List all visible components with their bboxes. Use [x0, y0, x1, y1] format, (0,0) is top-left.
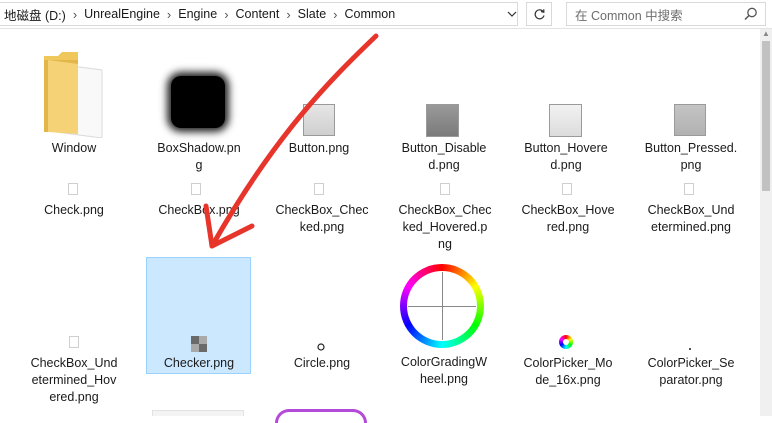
image-thumbnail: [674, 104, 706, 136]
file-item-checkbox-undetermined-hovered[interactable]: CheckBox_Und etermined_Hov ered.png: [14, 334, 134, 414]
file-item-colorgradingwheel[interactable]: ColorGradingW heel.png: [384, 262, 504, 392]
breadcrumb[interactable]: 地磁盘 (D:) › UnrealEngine › Engine › Conte…: [0, 2, 518, 26]
image-thumbnail: [559, 335, 573, 349]
file-item-checkbox[interactable]: CheckBox.png: [139, 181, 259, 241]
file-name: Checker.png: [163, 356, 235, 370]
image-thumbnail: [317, 343, 325, 351]
search-box[interactable]: 在 Common 中搜索: [566, 2, 766, 26]
breadcrumb-drive[interactable]: 地磁盘 (D:): [0, 5, 70, 24]
file-item-circle[interactable]: Circle.png: [262, 342, 382, 382]
file-item-checkbox-hovered[interactable]: CheckBox_Hove red.png: [508, 181, 628, 241]
address-dropdown-button[interactable]: [500, 2, 524, 26]
file-item-checkbox-checked-hovered[interactable]: CheckBox_Chec ked_Hovered.p ng: [385, 181, 505, 251]
file-name: CheckBox_Chec ked.png: [275, 203, 369, 234]
folder-icon: [44, 52, 103, 138]
file-item-checkbox-undetermined[interactable]: CheckBox_Und etermined.png: [631, 181, 751, 241]
breadcrumb-engine[interactable]: Engine: [174, 7, 221, 21]
file-name: CheckBox.png: [158, 203, 240, 217]
breadcrumb-separator-icon[interactable]: ›: [283, 7, 293, 22]
vertical-scrollbar[interactable]: ▲: [760, 29, 772, 416]
image-thumbnail: [165, 72, 231, 132]
file-name: Button_Pressed. png: [644, 141, 738, 172]
file-item-colorpicker-separator[interactable]: ColorPicker_Se parator.png: [631, 348, 751, 398]
file-item-check[interactable]: Check.png: [14, 181, 134, 241]
image-thumbnail: [191, 336, 207, 352]
file-name: ColorGradingW heel.png: [400, 355, 488, 386]
breadcrumb-separator-icon[interactable]: ›: [164, 7, 174, 22]
image-thumbnail: [69, 336, 79, 348]
image-thumbnail: [689, 348, 691, 350]
file-item-window[interactable]: Window: [14, 50, 134, 160]
image-thumbnail: [440, 183, 450, 195]
file-item-button-pressed[interactable]: Button_Pressed. png: [631, 102, 751, 182]
chevron-down-icon: [507, 11, 517, 17]
file-name: ColorPicker_Mo de_16x.png: [523, 356, 613, 387]
image-thumbnail: [398, 262, 488, 350]
file-name: CheckBox_Hove red.png: [521, 203, 615, 234]
address-bar: 地磁盘 (D:) › UnrealEngine › Engine › Conte…: [0, 0, 772, 29]
image-thumbnail: [68, 183, 78, 195]
search-input[interactable]: 在 Common 中搜索: [575, 5, 683, 24]
file-item-colorpicker-mode[interactable]: ColorPicker_Mo de_16x.png: [508, 334, 628, 394]
breadcrumb-separator-icon[interactable]: ›: [330, 7, 340, 22]
file-item-checker[interactable]: Checker.png: [139, 334, 259, 374]
refresh-icon: [534, 8, 545, 19]
search-icon[interactable]: [743, 6, 759, 22]
breadcrumb-separator-icon[interactable]: ›: [70, 7, 80, 22]
file-item-button-disabled[interactable]: Button_Disable d.png: [384, 102, 504, 182]
file-name: ColorPicker_Se parator.png: [647, 356, 735, 387]
image-thumbnail: [426, 104, 459, 137]
breadcrumb-separator-icon[interactable]: ›: [221, 7, 231, 22]
image-thumbnail: [191, 183, 201, 195]
file-item-checkbox-checked[interactable]: CheckBox_Chec ked.png: [262, 181, 382, 241]
breadcrumb-common[interactable]: Common: [341, 7, 400, 21]
image-thumbnail: [684, 183, 694, 195]
file-name: CheckBox_Und etermined_Hov ered.png: [30, 356, 118, 404]
file-name: BoxShadow.pn g: [157, 141, 241, 172]
file-name: Window: [51, 141, 97, 155]
refresh-button[interactable]: [526, 2, 552, 26]
file-name: CheckBox_Chec ked_Hovered.p ng: [398, 203, 492, 251]
scrollbar-thumb[interactable]: [762, 41, 770, 191]
image-thumbnail: [152, 410, 244, 416]
image-thumbnail: [314, 183, 324, 195]
file-name: CheckBox_Und etermined.png: [647, 203, 735, 234]
file-name: Circle.png: [293, 356, 351, 370]
file-item-boxshadow[interactable]: BoxShadow.pn g: [139, 72, 259, 182]
image-thumbnail: [549, 104, 582, 137]
scroll-up-icon[interactable]: ▲: [762, 29, 770, 39]
image-thumbnail: [562, 183, 572, 195]
file-item-button-hovered[interactable]: Button_Hovere d.png: [506, 102, 626, 182]
image-thumbnail: [275, 409, 367, 423]
image-thumbnail: [303, 104, 335, 136]
breadcrumb-content[interactable]: Content: [232, 7, 284, 21]
file-name: Button_Hovere d.png: [524, 141, 608, 172]
file-name: Button.png: [288, 141, 350, 155]
file-item-button[interactable]: Button.png: [259, 102, 379, 182]
file-name: Button_Disable d.png: [401, 141, 487, 172]
file-name: Check.png: [44, 203, 104, 217]
breadcrumb-slate[interactable]: Slate: [294, 7, 331, 21]
breadcrumb-unrealengine[interactable]: UnrealEngine: [80, 7, 164, 21]
